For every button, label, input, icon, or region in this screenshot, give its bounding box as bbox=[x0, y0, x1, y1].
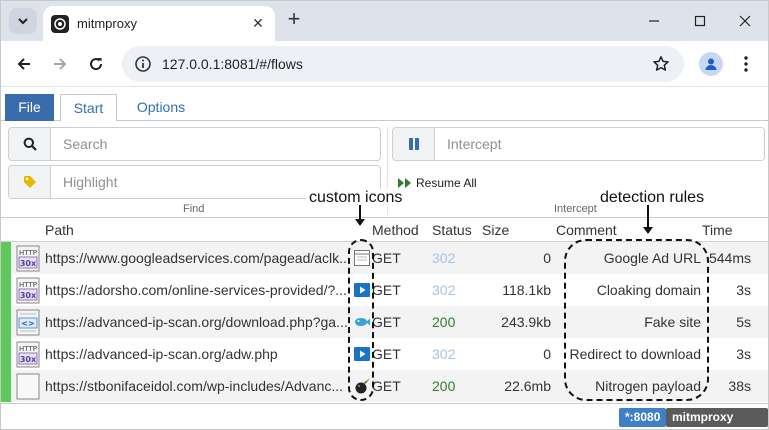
tab-search-button[interactable] bbox=[9, 8, 37, 34]
svg-text:30x: 30x bbox=[20, 355, 37, 364]
highlight-input[interactable]: Highlight bbox=[51, 166, 117, 198]
kebab-menu-icon bbox=[744, 56, 748, 72]
flow-method: GET bbox=[372, 282, 401, 298]
flow-path: https://advanced-ip-scan.org/download.ph… bbox=[45, 314, 347, 330]
arrow-right-icon bbox=[54, 58, 67, 70]
intercept-input[interactable]: Intercept bbox=[435, 128, 501, 160]
reload-icon bbox=[90, 58, 103, 71]
http-30x-icon: HTTP 30x bbox=[16, 341, 40, 368]
flow-status: 302 bbox=[432, 282, 456, 298]
mitmproxy-menu-tabs: File Start Options bbox=[1, 94, 768, 122]
status-bar: *:8080 mitmproxy 10.3.0 bbox=[1, 403, 768, 429]
arrow-left-icon bbox=[17, 58, 30, 70]
svg-text:HTTP: HTTP bbox=[19, 281, 37, 289]
flow-size: 0 bbox=[543, 346, 551, 362]
flow-method: GET bbox=[372, 250, 401, 266]
address-bar[interactable]: 127.0.0.1:8081/#/flows bbox=[122, 46, 684, 82]
url-text: 127.0.0.1:8081/#/flows bbox=[162, 56, 303, 72]
reload-button[interactable] bbox=[83, 51, 109, 77]
close-window-button[interactable] bbox=[722, 1, 768, 41]
flow-size: 0 bbox=[543, 250, 551, 266]
search-icon bbox=[9, 128, 51, 160]
tag-icon bbox=[9, 166, 51, 198]
forward-button[interactable] bbox=[47, 51, 73, 77]
site-info-icon[interactable] bbox=[134, 55, 152, 73]
find-group-label: Find bbox=[183, 203, 205, 215]
flow-method: GET bbox=[372, 314, 401, 330]
resume-all-button[interactable]: Resume All bbox=[397, 176, 477, 190]
row-marker bbox=[1, 306, 11, 338]
tab-strip: mitmproxy ✕ + bbox=[1, 1, 768, 41]
column-comment[interactable]: Comment bbox=[556, 222, 617, 238]
svg-text:30x: 30x bbox=[20, 291, 37, 300]
browser-toolbar: 127.0.0.1:8081/#/flows bbox=[1, 41, 768, 87]
close-tab-icon[interactable]: ✕ bbox=[249, 15, 267, 32]
flow-method: GET bbox=[372, 378, 401, 394]
close-icon bbox=[739, 15, 751, 27]
intercept-field[interactable]: Intercept bbox=[392, 127, 765, 161]
flow-status: 302 bbox=[432, 250, 456, 266]
flow-path: https://advanced-ip-scan.org/adw.php bbox=[45, 346, 278, 362]
flow-size: 243.9kb bbox=[501, 314, 551, 330]
browser-menu-button[interactable] bbox=[736, 51, 756, 77]
blank-document-icon bbox=[16, 373, 40, 400]
flow-size: 22.6mb bbox=[504, 378, 551, 394]
tab-start[interactable]: Start bbox=[60, 94, 117, 122]
column-path[interactable]: Path bbox=[45, 222, 74, 238]
column-status[interactable]: Status bbox=[432, 222, 472, 238]
minimize-button[interactable] bbox=[631, 1, 677, 41]
flow-status: 200 bbox=[432, 314, 456, 330]
search-input[interactable]: Search bbox=[51, 128, 107, 160]
column-size[interactable]: Size bbox=[482, 222, 509, 238]
browser-window: mitmproxy ✕ + 127.0.0.1:8081/#/flows Fil… bbox=[0, 0, 769, 430]
http-30x-icon: HTTP 30x bbox=[16, 245, 40, 272]
row-marker bbox=[1, 242, 11, 274]
flow-path: https://adorsho.com/online-services-prov… bbox=[45, 282, 347, 298]
flow-status: 302 bbox=[432, 346, 456, 362]
svg-text:HTTP: HTTP bbox=[19, 345, 37, 353]
version-badge: mitmproxy 10.3.0 bbox=[666, 408, 768, 427]
intercept-group-label: Intercept bbox=[554, 203, 597, 215]
html-document-icon: <> bbox=[16, 309, 40, 336]
flow-status: 200 bbox=[432, 378, 456, 394]
column-time[interactable]: Time bbox=[702, 222, 733, 238]
annotation-arrow-down-icon bbox=[355, 205, 365, 226]
browser-tab[interactable]: mitmproxy ✕ bbox=[43, 6, 275, 41]
tab-title: mitmproxy bbox=[77, 16, 137, 31]
detection-rules-highlight-box bbox=[564, 239, 709, 401]
listen-port-badge: *:8080 bbox=[619, 408, 667, 427]
flow-method: GET bbox=[372, 346, 401, 362]
row-marker bbox=[1, 338, 11, 370]
profile-avatar[interactable] bbox=[699, 52, 723, 76]
person-icon bbox=[705, 58, 717, 70]
svg-text:HTTP: HTTP bbox=[19, 249, 37, 257]
flow-path: https://stbonifaceidol.com/wp-includes/A… bbox=[45, 378, 344, 394]
svg-text:<>: <> bbox=[21, 319, 34, 328]
flow-size: 118.1kb bbox=[502, 282, 551, 298]
chevron-down-icon bbox=[18, 18, 28, 25]
back-button[interactable] bbox=[11, 51, 37, 77]
mitmproxy-favicon-icon bbox=[51, 14, 69, 33]
custom-icons-highlight-box bbox=[348, 239, 374, 401]
new-tab-button[interactable]: + bbox=[283, 8, 305, 31]
maximize-icon bbox=[694, 15, 706, 27]
svg-text:30x: 30x bbox=[20, 259, 37, 268]
search-field[interactable]: Search bbox=[8, 127, 381, 161]
annotation-arrow-down-icon bbox=[643, 205, 653, 234]
resume-all-label: Resume All bbox=[416, 176, 477, 190]
maximize-button[interactable] bbox=[677, 1, 723, 41]
fast-forward-icon bbox=[398, 178, 411, 188]
minimize-icon bbox=[649, 20, 659, 22]
row-marker bbox=[1, 370, 11, 402]
column-method[interactable]: Method bbox=[372, 222, 419, 238]
http-30x-icon: HTTP 30x bbox=[16, 277, 40, 304]
pause-icon bbox=[393, 128, 435, 160]
tab-options[interactable]: Options bbox=[123, 94, 199, 121]
bookmark-star-icon[interactable] bbox=[652, 55, 670, 78]
row-marker bbox=[1, 274, 11, 306]
flow-path: https://www.googleadservices.com/pagead/… bbox=[45, 250, 347, 266]
tab-file[interactable]: File bbox=[5, 94, 54, 121]
